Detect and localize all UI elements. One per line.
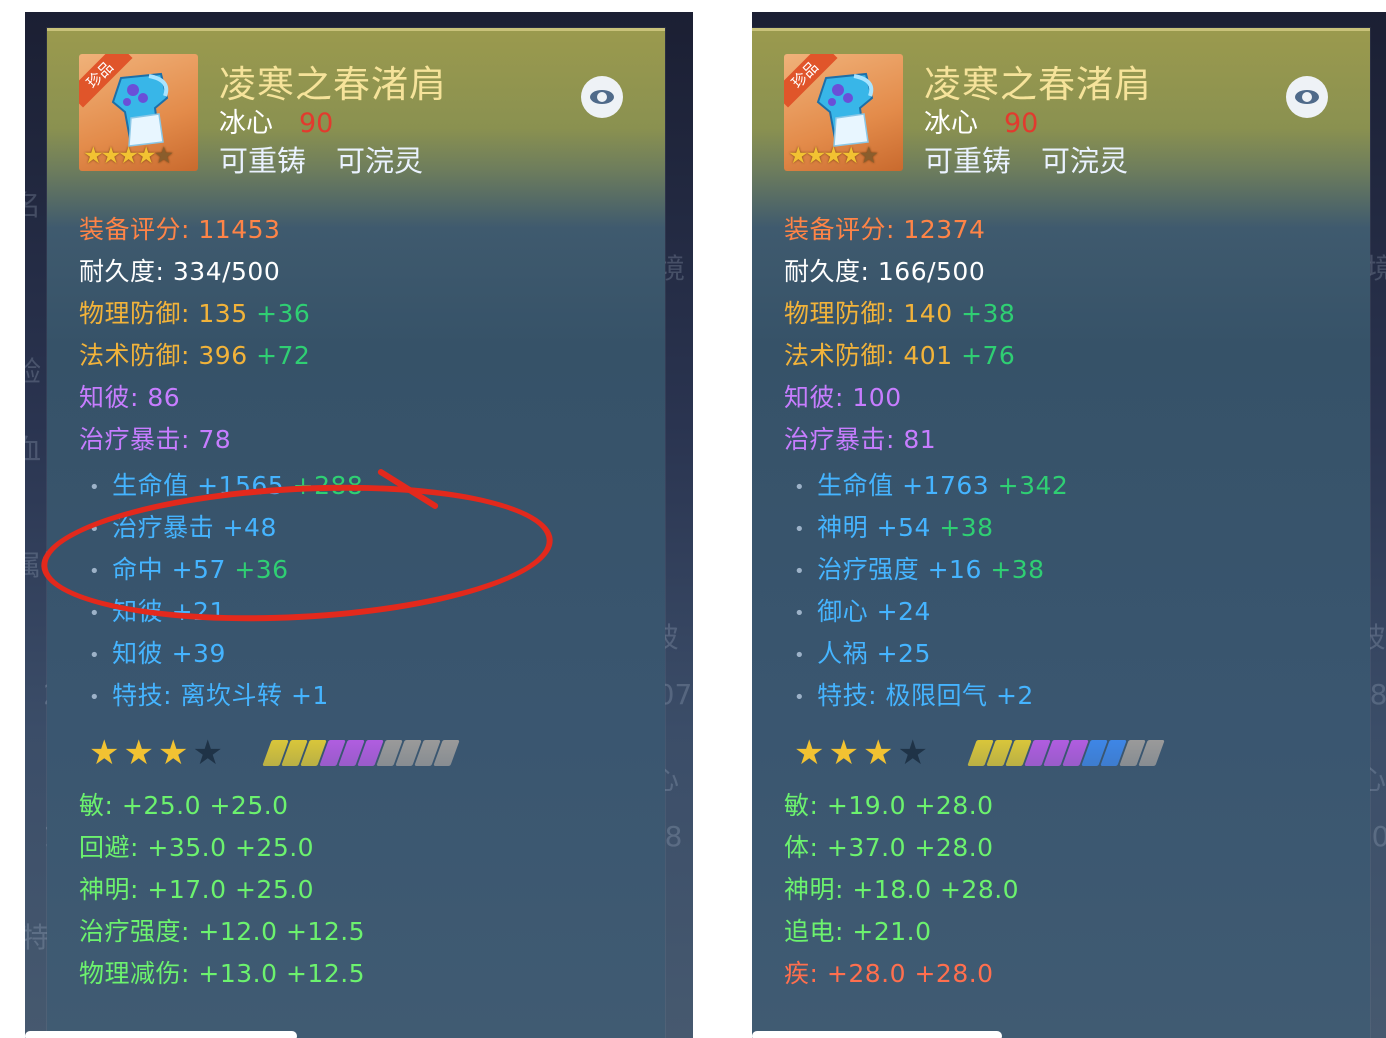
quality-stars: ★★★★★ [788,143,879,169]
rune-line: 回避: +35.0 +25.0 [79,833,315,862]
shoulder-armor-icon [816,72,874,147]
school-name: 冰心 [219,108,273,139]
stat-zhibi: 知彼: 100 [784,383,902,412]
bullet-dot: • [794,518,806,540]
rune-line: 体: +37.0 +28.0 [784,833,994,862]
item-tooltip-card: 珍品 ★★★★★ 凌寒之春渚肩 冰心 90 可重铸 可浣灵 装备评分: 11453 … [37,28,665,1038]
rune-line: 治疗强度: +12.0 +12.5 [79,917,366,946]
bullet-dot: • [89,644,101,666]
rune-line: 敏: +19.0 +28.0 [784,791,994,820]
right-screenshot: 名 毒张你 二天一境 编号|45635551 技力|17746/17746 性 … [752,12,1386,1038]
attr-line: • 神明 +54 +38 [794,513,994,542]
equipment-score: 装备评分: 11453 [79,215,281,244]
bg-text: 名 [25,189,42,222]
stat-zhibi: 知彼: 86 [79,383,181,412]
quality-stars: ★★★★★ [83,143,174,169]
bullet-dot: • [89,476,101,498]
gem-slots [967,740,1178,766]
bullet-dot: • [794,560,806,582]
scrollbar[interactable] [752,1031,1002,1038]
item-school-line: 冰心 90 [219,101,333,140]
item-icon: 珍品 ★★★★★ [784,54,903,171]
stat-heal-crit: 治疗暴击: 78 [79,425,232,454]
special-skill: • 特技: 极限回气 +2 [794,681,1034,710]
tag-recast: 可重铸 [924,144,1012,178]
scrollbar[interactable] [25,1031,297,1038]
bullet-dot: • [794,644,806,666]
forge-stars: ★★★★ [794,733,932,773]
bullet-dot: • [794,602,806,624]
durability: 耐久度: 166/500 [784,257,986,286]
gem-slots [262,740,473,766]
tag-recast: 可重铸 [219,144,307,178]
card-top-border [752,28,1370,31]
attr-line: • 治疗强度 +16 +38 [794,555,1045,584]
left-screenshot: 名 贰可安 一天七境 验 26.1亿 编号|46187501 血 9826 技力… [25,12,693,1038]
rune-line: 物理减伤: +13.0 +12.5 [79,959,366,988]
tag-infuse: 可浣灵 [1041,144,1129,178]
rune-line: 敏: +25.0 +25.0 [79,791,289,820]
item-name: 凌寒之春渚肩 [924,63,1152,106]
equipment-score: 装备评分: 12374 [784,215,986,244]
attr-line: • 人祸 +25 [794,639,931,668]
shoulder-armor-icon [111,72,169,147]
rune-line: 神明: +17.0 +25.0 [79,875,315,904]
stat-heal-crit: 治疗暴击: 81 [784,425,937,454]
attr-line: • 御心 +24 [794,597,931,626]
item-school-line: 冰心 90 [924,101,1038,140]
physical-defense: 物理防御: 135 +36 [79,299,311,328]
physical-defense: 物理防御: 140 +38 [784,299,1016,328]
attr-line: • 知彼 +39 [89,639,226,668]
eye-icon[interactable] [1286,76,1328,118]
bg-text: 血 [25,433,42,466]
school-name: 冰心 [924,108,978,139]
magic-defense: 法术防御: 401 +76 [784,341,1016,370]
item-tooltip-card: 珍品 ★★★★★ 凌寒之春渚肩 冰心 90 可重铸 可浣灵 装备评分: 12374 … [752,28,1370,1038]
forge-stars: ★★★★ [89,733,227,773]
item-tags: 可重铸 可浣灵 [219,138,423,180]
item-tags: 可重铸 可浣灵 [924,138,1128,180]
tag-infuse: 可浣灵 [336,144,424,178]
item-level: 90 [299,108,334,139]
bullet-dot: • [89,686,101,708]
bullet-dot: • [794,476,806,498]
bullet-dot: • [794,686,806,708]
bg-text: 验 [25,355,42,388]
eye-icon[interactable] [581,76,623,118]
item-name: 凌寒之春渚肩 [219,63,447,106]
durability: 耐久度: 334/500 [79,257,281,286]
item-icon: 珍品 ★★★★★ [79,54,198,171]
magic-defense: 法术防御: 396 +72 [79,341,311,370]
rune-line: 疾: +28.0 +28.0 [784,959,994,988]
special-skill: • 特技: 离坎斗转 +1 [89,681,329,710]
rune-line: 神明: +18.0 +28.0 [784,875,1020,904]
item-level: 90 [1004,108,1039,139]
rune-line: 追电: +21.0 [784,917,932,946]
card-top-border [47,28,665,31]
bullet-dot: • [89,602,101,624]
attr-line: • 生命值 +1763 +342 [794,471,1069,500]
